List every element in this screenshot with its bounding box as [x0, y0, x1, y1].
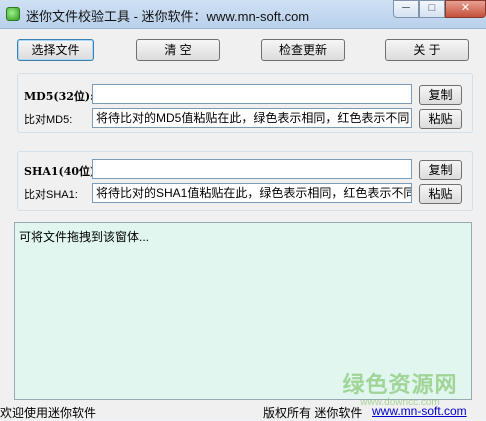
- select-file-button[interactable]: 选择文件: [17, 39, 94, 61]
- clear-button[interactable]: 清 空: [136, 39, 220, 61]
- md5-group: MD5(32位): 复制 比对MD5: 将待比对的MD5值粘贴在此，绿色表示相同…: [17, 73, 473, 133]
- maximize-icon: □: [428, 2, 436, 14]
- md5-hash-field[interactable]: [92, 84, 412, 104]
- status-website-link[interactable]: www.mn-soft.com: [372, 404, 467, 418]
- drop-area-hint: 可将文件拖拽到该窗体...: [19, 230, 150, 244]
- status-welcome: 欢迎使用迷你软件: [0, 406, 97, 420]
- watermark-title: 绿色资源网: [342, 372, 458, 397]
- close-icon: ✕: [460, 2, 471, 14]
- sha1-label: SHA1(40位):: [24, 165, 100, 178]
- md5-label: MD5(32位):: [24, 90, 95, 103]
- main-panel: 选择文件 清 空 检查更新 关 于 MD5(32位): 复制 比对MD5: 将待…: [0, 29, 486, 420]
- md5-compare-label: 比对MD5:: [24, 114, 73, 126]
- watermark: 绿色资源网 www.downcc.com: [330, 367, 470, 408]
- maximize-button[interactable]: □: [419, 0, 445, 18]
- app-icon: [6, 7, 20, 21]
- window-title: 迷你文件校验工具 - 迷你软件：www.mn-soft.com: [26, 9, 310, 24]
- about-button[interactable]: 关 于: [385, 39, 469, 61]
- sha1-paste-button[interactable]: 粘贴: [419, 184, 462, 204]
- md5-copy-button[interactable]: 复制: [419, 85, 462, 105]
- check-update-button[interactable]: 检查更新: [261, 39, 345, 61]
- minimize-icon: ─: [402, 2, 410, 14]
- status-copyright: 版权所有 迷你软件: [263, 406, 363, 420]
- md5-compare-field[interactable]: 将待比对的MD5值粘贴在此，绿色表示相同，红色表示不同: [92, 108, 412, 128]
- sha1-group: SHA1(40位): 复制 比对SHA1: 将待比对的SHA1值粘贴在此，绿色表…: [17, 151, 473, 211]
- sha1-copy-button[interactable]: 复制: [419, 160, 462, 180]
- sha1-compare-label: 比对SHA1:: [24, 189, 78, 201]
- sha1-compare-field[interactable]: 将待比对的SHA1值粘贴在此，绿色表示相同，红色表示不同: [92, 183, 412, 203]
- title-bar: 迷你文件校验工具 - 迷你软件：www.mn-soft.com ─ □ ✕: [0, 0, 486, 29]
- minimize-button[interactable]: ─: [393, 0, 419, 18]
- sha1-hash-field[interactable]: [92, 159, 412, 179]
- status-bar: 欢迎使用迷你软件 版权所有 迷你软件 www.mn-soft.com: [0, 404, 486, 420]
- close-button[interactable]: ✕: [445, 0, 486, 18]
- md5-paste-button[interactable]: 粘贴: [419, 109, 462, 129]
